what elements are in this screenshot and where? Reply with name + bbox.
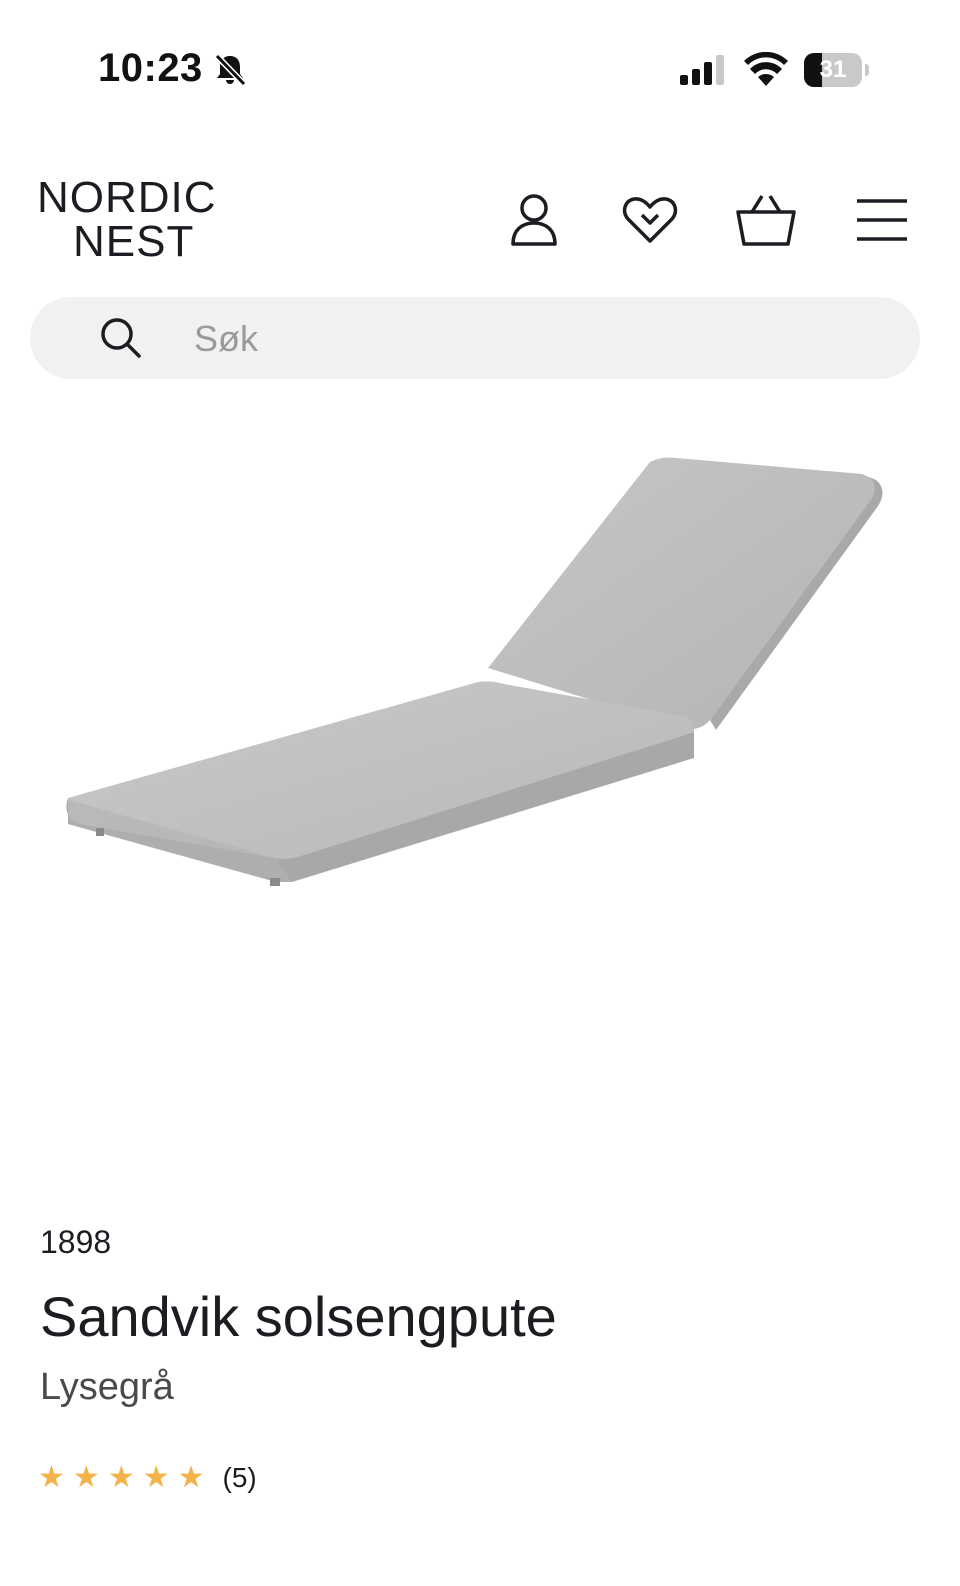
star-icon: ★	[177, 1461, 205, 1494]
status-time: 10:23	[98, 46, 203, 90]
cushion-backrest	[488, 457, 875, 729]
search-input[interactable]	[192, 311, 876, 367]
wifi-icon	[744, 51, 788, 91]
search-icon[interactable]	[98, 315, 144, 366]
logo-line-2: NEST	[73, 217, 195, 266]
star-icon: ★	[107, 1461, 135, 1494]
basket-icon[interactable]	[736, 190, 796, 250]
product-image[interactable]	[0, 420, 960, 1160]
cellular-signal-icon	[680, 55, 728, 90]
product-variant: Lysegrå	[40, 1366, 174, 1408]
nordic-nest-logo[interactable]: NORDIC NEST	[37, 176, 237, 264]
product-title: Sandvik solsengpute	[40, 1285, 557, 1348]
status-bar: 10:23 31	[0, 0, 960, 120]
logo-line-1: NORDIC	[37, 173, 217, 222]
product-brand[interactable]: 1898	[40, 1224, 111, 1261]
search-bar[interactable]	[30, 297, 920, 379]
battery-level: 31	[819, 56, 847, 83]
review-count[interactable]: (5)	[223, 1462, 257, 1494]
wishlist-heart-icon[interactable]	[620, 190, 680, 250]
menu-icon[interactable]	[852, 190, 912, 250]
account-icon[interactable]	[504, 190, 564, 250]
star-icon: ★	[142, 1461, 170, 1494]
product-rating[interactable]: ★ ★ ★ ★ ★ (5)	[38, 1459, 257, 1497]
star-icon: ★	[72, 1461, 100, 1494]
rating-stars: ★ ★ ★ ★ ★	[38, 1463, 205, 1493]
battery-icon: 31	[804, 53, 869, 87]
bell-muted-icon	[212, 52, 248, 93]
star-icon: ★	[38, 1461, 65, 1494]
